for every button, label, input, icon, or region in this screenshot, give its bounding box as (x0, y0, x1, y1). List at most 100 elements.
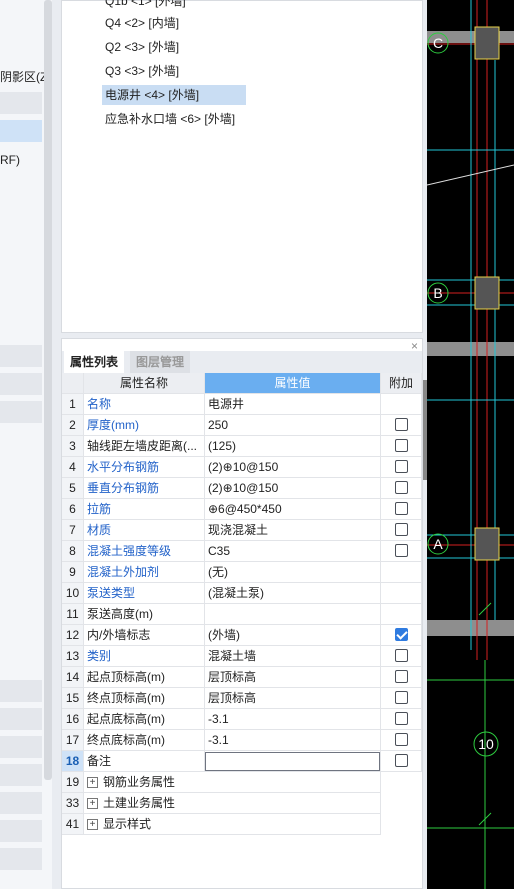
left-panel-row[interactable] (0, 736, 42, 758)
property-group[interactable]: + 显示样式 (84, 814, 381, 835)
extra-cell (381, 688, 422, 709)
tab-property-list[interactable]: 属性列表 (64, 351, 125, 373)
property-value[interactable]: (2)⊕10@150 (205, 478, 381, 499)
left-panel-row[interactable] (0, 764, 42, 786)
property-row[interactable]: 2 厚度(mm) 250 (62, 415, 422, 436)
extra-checkbox[interactable] (394, 649, 408, 663)
list-item[interactable]: 应急补水口墙 <6> [外墙] (102, 109, 238, 129)
extra-checkbox[interactable] (394, 733, 408, 747)
left-panel-row[interactable] (0, 401, 42, 423)
extra-checkbox[interactable] (394, 544, 408, 558)
property-value[interactable]: (无) (205, 562, 381, 583)
property-row[interactable]: 15 终点顶标高(m) 层顶标高 (62, 688, 422, 709)
property-value[interactable]: (2)⊕10@150 (205, 457, 381, 478)
left-panel-row[interactable] (0, 820, 42, 842)
property-row[interactable]: 14 起点顶标高(m) 层顶标高 (62, 667, 422, 688)
property-row[interactable]: 18 备注 (62, 751, 422, 772)
extra-checkbox[interactable] (394, 628, 408, 642)
left-panel-row[interactable] (0, 345, 42, 367)
expand-icon[interactable]: + (87, 819, 98, 831)
property-value[interactable]: ⊕6@450*450 (205, 499, 381, 520)
left-panel-row[interactable] (0, 792, 42, 814)
column-header-value[interactable]: 属性值 (205, 373, 381, 394)
property-group-row[interactable]: 19 + 钢筋业务属性 (62, 772, 422, 793)
property-value[interactable]: (125) (205, 436, 381, 457)
extra-checkbox[interactable] (394, 523, 408, 537)
property-row[interactable]: 13 类别 混凝土墙 (62, 646, 422, 667)
property-name: 垂直分布钢筋 (84, 478, 205, 499)
property-row[interactable]: 8 混凝土强度等级 C35 (62, 541, 422, 562)
property-row[interactable]: 16 起点底标高(m) -3.1 (62, 709, 422, 730)
expand-icon[interactable]: + (87, 798, 98, 810)
green-line (478, 602, 492, 616)
extra-cell (381, 541, 422, 562)
row-number: 3 (62, 436, 84, 457)
left-panel-row[interactable] (0, 848, 42, 870)
extra-checkbox[interactable] (394, 460, 408, 474)
left-panel-row-selected[interactable] (0, 120, 42, 142)
property-value[interactable]: -3.1 (205, 730, 381, 751)
property-row[interactable]: 3 轴线距左墙皮距离(... (125) (62, 436, 422, 457)
left-panel-row[interactable] (0, 92, 42, 114)
property-value[interactable]: (外墙) (205, 625, 381, 646)
row-number: 2 (62, 415, 84, 436)
row-number: 14 (62, 667, 84, 688)
left-panel-row[interactable] (0, 708, 42, 730)
property-row[interactable]: 4 水平分布钢筋 (2)⊕10@150 (62, 457, 422, 478)
property-group-row[interactable]: 41 + 显示样式 (62, 814, 422, 835)
extra-checkbox[interactable] (394, 670, 408, 684)
property-row[interactable]: 17 终点底标高(m) -3.1 (62, 730, 422, 751)
column-header-name[interactable]: 属性名称 (84, 373, 205, 394)
property-name: 混凝土强度等级 (84, 541, 205, 562)
property-row[interactable]: 12 内/外墙标志 (外墙) (62, 625, 422, 646)
property-group-row[interactable]: 33 + 土建业务属性 (62, 793, 422, 814)
list-item[interactable]: Q2 <3> [外墙] (102, 37, 182, 57)
expand-icon[interactable]: + (87, 777, 98, 789)
property-value[interactable]: 层顶标高 (205, 667, 381, 688)
property-value[interactable]: 现浇混凝土 (205, 520, 381, 541)
property-row[interactable]: 5 垂直分布钢筋 (2)⊕10@150 (62, 478, 422, 499)
property-value[interactable]: 混凝土墙 (205, 646, 381, 667)
left-panel-item[interactable]: RF) (0, 153, 20, 167)
extra-checkbox[interactable] (394, 502, 408, 516)
property-value[interactable]: -3.1 (205, 709, 381, 730)
left-panel-row[interactable] (0, 373, 42, 395)
property-name: 材质 (84, 520, 205, 541)
property-value[interactable]: 层顶标高 (205, 688, 381, 709)
property-row[interactable]: 1 名称 电源井 (62, 394, 422, 415)
list-item-selected[interactable]: 电源井 <4> [外墙] (102, 85, 246, 105)
row-number: 33 (62, 793, 84, 814)
extra-checkbox[interactable] (394, 418, 408, 432)
property-row[interactable]: 11 泵送高度(m) (62, 604, 422, 625)
property-row[interactable]: 7 材质 现浇混凝土 (62, 520, 422, 541)
property-value[interactable]: 电源井 (205, 394, 381, 415)
left-panel-row[interactable] (0, 680, 42, 702)
property-value[interactable]: C35 (205, 541, 381, 562)
list-item[interactable]: Q1b <1> [外墙] (102, 0, 189, 11)
row-number: 7 (62, 520, 84, 541)
property-row[interactable]: 9 混凝土外加剂 (无) (62, 562, 422, 583)
extra-checkbox[interactable] (394, 754, 408, 768)
list-item[interactable]: Q4 <2> [内墙] (102, 13, 182, 33)
extra-checkbox[interactable] (394, 712, 408, 726)
left-panel-item[interactable]: 阴影区(Z (0, 68, 47, 85)
tab-layer-management[interactable]: 图层管理 (130, 351, 191, 373)
cad-canvas[interactable]: C B A 10 (427, 0, 514, 889)
extra-checkbox[interactable] (394, 481, 408, 495)
column-header-extra[interactable]: 附加 (381, 373, 422, 394)
row-number: 10 (62, 583, 84, 604)
list-item[interactable]: Q3 <3> [外墙] (102, 61, 182, 81)
property-value-input[interactable] (205, 752, 380, 771)
extra-checkbox[interactable] (394, 691, 408, 705)
extra-checkbox[interactable] (394, 439, 408, 453)
property-value[interactable] (205, 604, 381, 625)
property-group[interactable]: + 钢筋业务属性 (84, 772, 381, 793)
property-value-editor[interactable] (205, 751, 381, 772)
left-panel-scrollbar[interactable] (44, 0, 52, 780)
property-value[interactable]: 250 (205, 415, 381, 436)
property-row[interactable]: 10 泵送类型 (混凝土泵) (62, 583, 422, 604)
property-value[interactable]: (混凝土泵) (205, 583, 381, 604)
property-group[interactable]: + 土建业务属性 (84, 793, 381, 814)
property-row[interactable]: 6 拉筋 ⊕6@450*450 (62, 499, 422, 520)
left-panel: 阴影区(Z RF) (0, 0, 52, 889)
